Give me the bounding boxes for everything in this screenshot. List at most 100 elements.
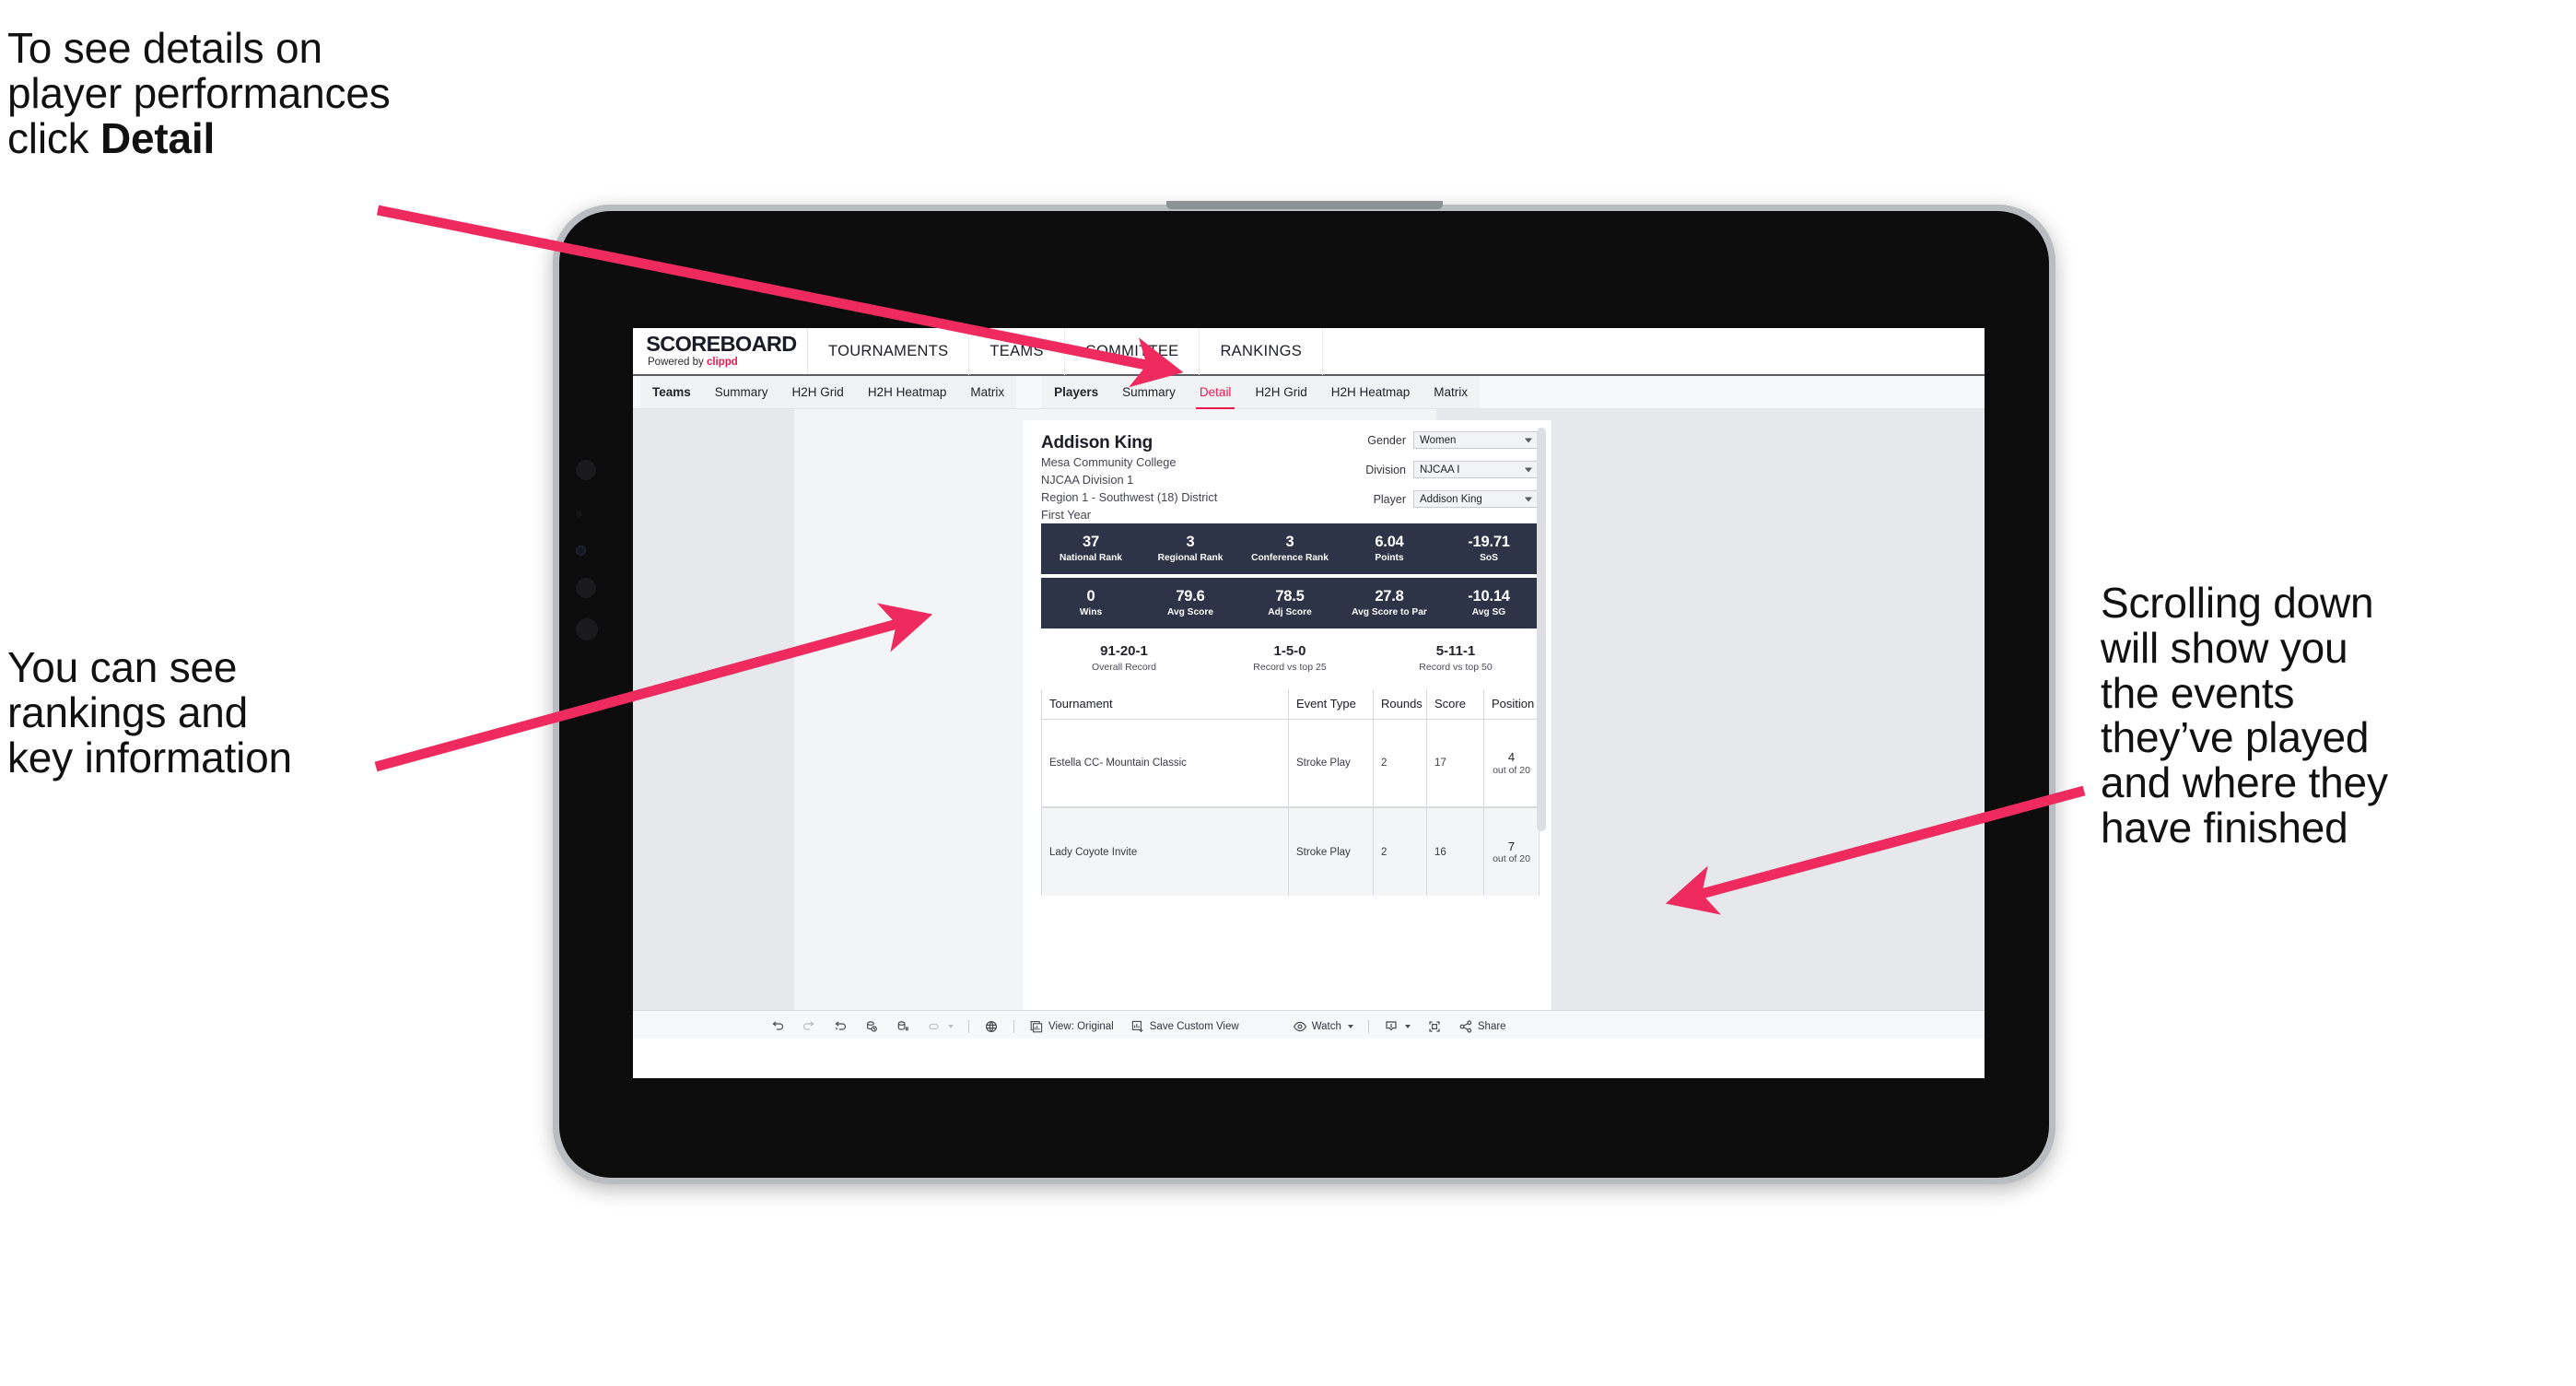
filter-row-player: Player Addison King <box>1338 490 1539 508</box>
player-select[interactable]: Addison King <box>1413 490 1539 508</box>
sub-tab-players[interactable]: Players <box>1042 376 1110 408</box>
top-nav-rankings[interactable]: RANKINGS <box>1200 328 1324 375</box>
column-header-event-type[interactable]: Event Type <box>1288 689 1374 720</box>
sub-tab-players-h2h-heatmap[interactable]: H2H Heatmap <box>1319 376 1423 408</box>
speaker-dot-2-icon <box>576 618 598 640</box>
sub-tab-teams-h2h-heatmap[interactable]: H2H Heatmap <box>856 376 959 408</box>
stat-label: Avg Score to Par <box>1352 606 1427 617</box>
stat-adj-score: 78.5 Adj Score <box>1240 588 1340 618</box>
scrollbar-thumb[interactable] <box>1537 428 1546 831</box>
chevron-down-icon <box>1347 1024 1353 1028</box>
stat-label: Avg Score <box>1166 606 1213 617</box>
stat-label: National Rank <box>1060 552 1122 563</box>
cell-rounds: 2 <box>1373 807 1427 896</box>
table-row[interactable]: Estella CC- Mountain Classic Stroke Play… <box>1041 719 1540 807</box>
device-preview-button[interactable] <box>976 1011 1007 1041</box>
refresh-button[interactable] <box>856 1011 887 1041</box>
redo-button[interactable] <box>793 1011 825 1041</box>
stat-value: 6.04 <box>1375 534 1404 551</box>
stat-value: 3 <box>1285 534 1294 551</box>
stat-regional-rank: 3 Regional Rank <box>1141 534 1240 564</box>
stat-label: SoS <box>1480 552 1498 563</box>
sub-tab-players-summary[interactable]: Summary <box>1110 376 1188 408</box>
stat-value: 27.8 <box>1375 588 1404 605</box>
pause-button[interactable] <box>887 1011 919 1041</box>
top-nav-tournaments[interactable]: TOURNAMENTS <box>808 328 970 375</box>
cell-score: 16 <box>1426 807 1484 896</box>
brand-logo[interactable]: SCOREBOARD Powered by clippd <box>633 328 808 374</box>
browser-viewport: SCOREBOARD Powered by clippd TOURNAMENTS… <box>633 328 1985 1078</box>
sub-tab-teams-h2h-grid[interactable]: H2H Grid <box>780 376 856 408</box>
sub-tab-players-matrix[interactable]: Matrix <box>1422 376 1480 408</box>
toolbar-divider <box>1013 1019 1014 1033</box>
cell-tournament: Estella CC- Mountain Classic <box>1041 719 1289 807</box>
save-custom-view-label: Save Custom View <box>1149 1020 1239 1032</box>
tablet-screen-bezel: SCOREBOARD Powered by clippd TOURNAMENTS… <box>559 211 2049 1178</box>
sub-tab-teams-summary[interactable]: Summary <box>703 376 780 408</box>
view-original-button[interactable]: View: Original <box>1021 1011 1122 1041</box>
record-label: Record vs top 50 <box>1419 662 1493 674</box>
share-button[interactable]: Share <box>1450 1011 1515 1041</box>
record-label: Overall Record <box>1091 662 1157 674</box>
record-vs-top-25: 1-5-0 Record vs top 25 <box>1207 643 1373 673</box>
mic-dot-icon <box>576 578 596 598</box>
cell-position: 7 out of 20 <box>1483 807 1540 896</box>
fullscreen-button[interactable] <box>1419 1011 1450 1041</box>
viz-toolbar: View: Original Save Custom View Watch Sh… <box>633 1010 1985 1041</box>
sub-tab-teams-matrix[interactable]: Matrix <box>958 376 1016 408</box>
save-custom-view-button[interactable]: Save Custom View <box>1122 1011 1247 1041</box>
stat-label: Avg SG <box>1471 606 1506 617</box>
revert-icon <box>833 1019 848 1034</box>
stat-avg-score: 79.6 Avg Score <box>1141 588 1240 618</box>
column-header-score[interactable]: Score <box>1426 689 1484 720</box>
brand-title: SCOREBOARD <box>646 332 797 357</box>
revert-button[interactable] <box>825 1011 856 1041</box>
undo-button[interactable] <box>762 1011 793 1041</box>
stat-value: 78.5 <box>1275 588 1305 605</box>
record-value: 91-20-1 <box>1100 642 1148 659</box>
column-header-tournament[interactable]: Tournament <box>1041 689 1289 720</box>
stat-label: Adj Score <box>1268 606 1312 617</box>
sub-tab-teams[interactable]: Teams <box>640 376 703 408</box>
toolbar-divider <box>1367 1019 1369 1033</box>
brand-powered-name: clippd <box>706 357 738 369</box>
sub-tab-players-h2h-grid[interactable]: H2H Grid <box>1243 376 1318 408</box>
annotation-right: Scrolling down will show you the events … <box>2101 579 2388 852</box>
camera-lens-icon <box>576 546 586 556</box>
stat-value: 37 <box>1083 534 1099 551</box>
refresh-icon <box>864 1019 879 1034</box>
redo-icon <box>802 1019 816 1034</box>
app-header: SCOREBOARD Powered by clippd TOURNAMENTS… <box>633 328 1985 376</box>
share-label: Share <box>1477 1020 1506 1032</box>
tablet-device-frame: SCOREBOARD Powered by clippd TOURNAMENTS… <box>553 201 2055 1184</box>
brand-powered-prefix: Powered by <box>648 357 707 369</box>
stat-value: 79.6 <box>1176 588 1205 605</box>
sub-tab-players-detail[interactable]: Detail <box>1188 376 1244 409</box>
player-school: Mesa Community College <box>1041 455 1177 469</box>
player-select-value: Addison King <box>1420 493 1482 505</box>
watch-button[interactable]: Watch <box>1284 1011 1362 1041</box>
stat-conference-rank: 3 Conference Rank <box>1240 534 1340 564</box>
division-select[interactable]: NJCAA I <box>1413 461 1539 478</box>
highlight-button[interactable] <box>919 1011 962 1041</box>
annotation-top-left-bold: Detail <box>100 113 216 162</box>
top-nav-teams[interactable]: TEAMS <box>969 328 1065 375</box>
stat-national-rank: 37 National Rank <box>1041 534 1141 564</box>
player-name: Addison King <box>1041 433 1153 452</box>
stat-value: -10.14 <box>1468 588 1510 605</box>
column-header-rounds[interactable]: Rounds <box>1373 689 1427 720</box>
column-header-position[interactable]: Position <box>1483 689 1540 720</box>
stat-label: Points <box>1375 552 1404 563</box>
sub-navigation-bar: Teams Summary H2H Grid H2H Heatmap Matri… <box>633 376 1985 409</box>
top-nav-committee[interactable]: COMMITTEE <box>1065 328 1200 375</box>
table-header-row: Tournament Event Type Rounds Score Posit… <box>1041 689 1540 720</box>
dashboard-pane: Addison King Mesa Community College NJCA… <box>794 409 1551 1010</box>
content-scrollbar[interactable] <box>1537 424 1549 1010</box>
download-button[interactable] <box>1376 1011 1419 1041</box>
sensor-dot-icon <box>576 511 582 517</box>
pause-icon <box>896 1019 910 1034</box>
division-select-value: NJCAA I <box>1420 464 1460 476</box>
speaker-dot-icon <box>576 460 596 480</box>
table-row[interactable]: Lady Coyote Invite Stroke Play 2 16 7 ou… <box>1041 807 1540 896</box>
gender-select[interactable]: Women <box>1413 431 1539 449</box>
